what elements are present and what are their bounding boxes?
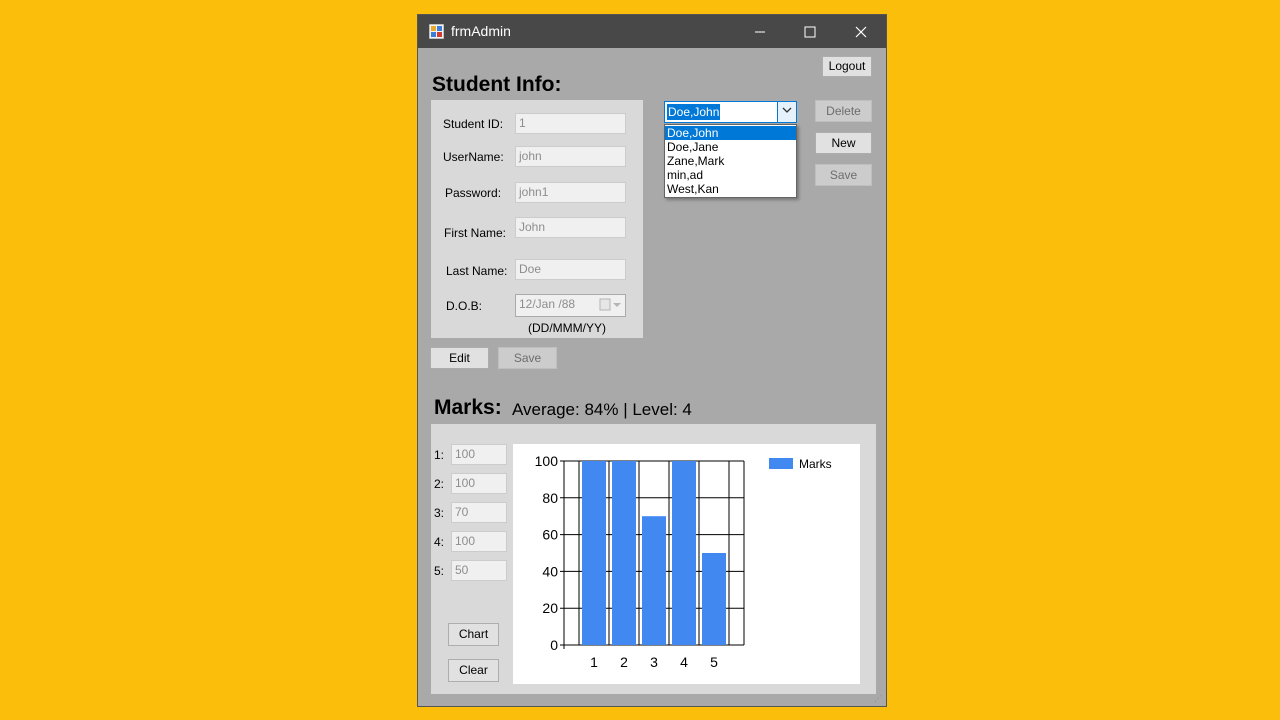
y-tick-label: 40 bbox=[542, 563, 558, 579]
bar bbox=[642, 516, 666, 645]
student-info-panel: Student ID: 1 UserName: john Password: j… bbox=[431, 100, 643, 338]
legend-label: Marks bbox=[799, 457, 832, 471]
app-icon bbox=[429, 24, 444, 39]
y-tick-label: 100 bbox=[535, 453, 559, 469]
mark-5-field[interactable]: 50 bbox=[451, 560, 507, 581]
bar bbox=[612, 461, 636, 645]
resize-grip-icon[interactable]: ⋰ bbox=[874, 694, 884, 704]
username-field[interactable]: john bbox=[515, 146, 626, 167]
dob-format-hint: (DD/MMM/YY) bbox=[528, 321, 606, 335]
x-tick-label: 1 bbox=[590, 654, 598, 670]
y-tick-label: 80 bbox=[542, 490, 558, 506]
close-icon bbox=[855, 26, 867, 38]
new-button[interactable]: New bbox=[815, 132, 872, 154]
y-tick-label: 60 bbox=[542, 527, 558, 543]
first-name-label: First Name: bbox=[444, 226, 507, 240]
chevron-down-icon[interactable] bbox=[777, 102, 796, 122]
edit-button[interactable]: Edit bbox=[430, 347, 489, 369]
last-name-field[interactable]: Doe bbox=[515, 259, 626, 280]
maximize-button[interactable] bbox=[785, 15, 835, 48]
delete-button[interactable]: Delete bbox=[815, 100, 872, 122]
logout-button[interactable]: Logout bbox=[822, 56, 872, 77]
marks-chart: 0 20 40 60 80 100 1 2 3 4 5 Marks bbox=[513, 444, 860, 684]
maximize-icon bbox=[804, 26, 816, 38]
save-record-button[interactable]: Save bbox=[815, 164, 872, 186]
y-tick-label: 20 bbox=[542, 600, 558, 616]
mark-4-label: 4: bbox=[434, 535, 445, 549]
last-name-label: Last Name: bbox=[446, 264, 508, 278]
close-button[interactable] bbox=[836, 15, 886, 48]
calendar-dropdown-icon bbox=[599, 298, 621, 311]
student-option[interactable]: West,Kan bbox=[665, 182, 796, 196]
password-field[interactable]: john1 bbox=[515, 182, 626, 203]
student-option[interactable]: Zane,Mark bbox=[665, 154, 796, 168]
legend-swatch bbox=[769, 458, 793, 469]
clear-button[interactable]: Clear bbox=[448, 659, 499, 682]
mark-5-label: 5: bbox=[434, 564, 445, 578]
student-info-heading: Student Info: bbox=[432, 73, 562, 96]
x-tick-label: 4 bbox=[680, 654, 688, 670]
x-tick-label: 3 bbox=[650, 654, 658, 670]
mark-3-label: 3: bbox=[434, 506, 445, 520]
student-select[interactable]: Doe,John bbox=[664, 101, 797, 123]
chevron-shape bbox=[782, 107, 792, 113]
first-name-field[interactable]: John bbox=[515, 217, 626, 238]
minimize-button[interactable] bbox=[735, 15, 785, 48]
bar bbox=[672, 461, 696, 645]
dob-value: 12/Jan /88 bbox=[519, 297, 576, 311]
chart-button[interactable]: Chart bbox=[448, 623, 499, 646]
dob-picker[interactable]: 12/Jan /88 bbox=[515, 294, 626, 317]
mark-1-label: 1: bbox=[434, 448, 445, 462]
mark-2-field[interactable]: 100 bbox=[451, 473, 507, 494]
password-label: Password: bbox=[445, 186, 502, 200]
marks-summary: Average: 84% | Level: 4 bbox=[512, 400, 692, 419]
student-select-value: Doe,John bbox=[667, 104, 721, 120]
mark-3-field[interactable]: 70 bbox=[451, 502, 507, 523]
y-tick-label: 0 bbox=[550, 637, 558, 653]
student-id-label: Student ID: bbox=[443, 117, 504, 131]
title-bar: frmAdmin bbox=[418, 15, 886, 48]
student-option[interactable]: Doe,Jane bbox=[665, 140, 796, 154]
username-label: UserName: bbox=[443, 150, 504, 164]
student-id-field[interactable]: 1 bbox=[515, 113, 626, 134]
student-option[interactable]: Doe,John bbox=[665, 126, 796, 140]
student-select-dropdown: Doe,John Doe,Jane Zane,Mark min,ad West,… bbox=[664, 124, 797, 198]
marks-heading: Marks: bbox=[434, 396, 502, 419]
student-option[interactable]: min,ad bbox=[665, 168, 796, 182]
mark-2-label: 2: bbox=[434, 477, 445, 491]
save-student-button[interactable]: Save bbox=[498, 347, 557, 369]
minimize-icon bbox=[755, 31, 765, 33]
x-tick-label: 5 bbox=[710, 654, 718, 670]
window-title: frmAdmin bbox=[451, 23, 511, 39]
bar bbox=[702, 553, 726, 645]
mark-1-field[interactable]: 100 bbox=[451, 444, 507, 465]
bar bbox=[582, 461, 606, 645]
marks-chart-svg: 0 20 40 60 80 100 1 2 3 4 5 Marks bbox=[535, 453, 832, 670]
mark-4-field[interactable]: 100 bbox=[451, 531, 507, 552]
x-tick-label: 2 bbox=[620, 654, 628, 670]
frm-admin-window: frmAdmin Logout Student Info: Student ID… bbox=[417, 14, 887, 707]
dob-label: D.O.B: bbox=[446, 299, 483, 313]
